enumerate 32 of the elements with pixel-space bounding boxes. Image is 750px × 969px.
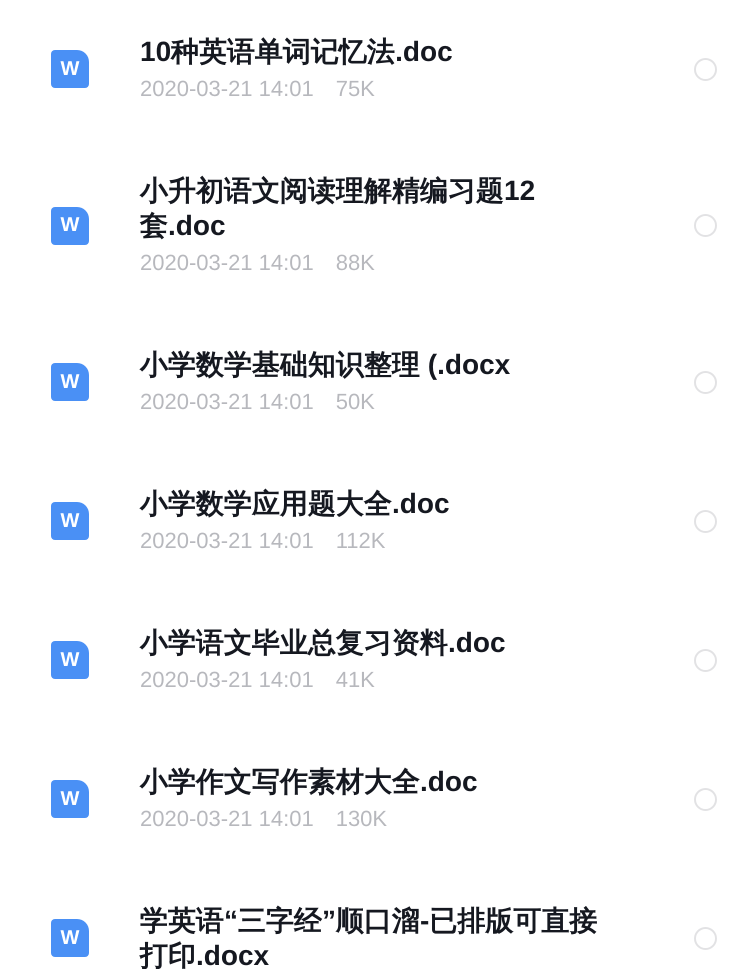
word-file-icon: W (51, 50, 89, 88)
word-file-icon: W (51, 780, 89, 818)
select-radio[interactable] (694, 214, 717, 237)
file-size: 130K (336, 805, 388, 833)
word-file-icon: W (51, 363, 89, 401)
select-radio[interactable] (694, 926, 717, 950)
file-time: 2020-03-21 14:01 (140, 388, 314, 416)
file-name[interactable]: 10种英语单词记忆法.doc (140, 34, 600, 69)
select-radio[interactable] (694, 58, 717, 80)
file-name[interactable]: 小学数学应用题大全.doc (140, 486, 600, 521)
word-file-icon: W (51, 206, 89, 244)
file-name[interactable]: 小学数学基础知识整理 (.docx (140, 347, 600, 382)
file-time: 2020-03-21 14:01 (140, 805, 314, 833)
file-size: 41K (336, 666, 375, 694)
file-time: 2020-03-21 14:01 (140, 666, 314, 694)
file-time: 2020-03-21 14:01 (140, 527, 314, 555)
file-size: 88K (336, 249, 375, 277)
file-time: 2020-03-21 14:01 (140, 75, 314, 103)
word-file-icon: W (51, 641, 89, 679)
word-file-icon: W (51, 502, 89, 540)
file-name[interactable]: 小学语文毕业总复习资料.doc (140, 625, 600, 660)
file-size: 50K (336, 388, 375, 416)
select-radio[interactable] (694, 788, 717, 810)
file-time: 2020-03-21 14:01 (140, 249, 314, 277)
select-radio[interactable] (694, 648, 717, 672)
select-radio[interactable] (694, 370, 717, 394)
file-size: 75K (336, 75, 375, 103)
file-size: 112K (336, 527, 386, 555)
select-radio[interactable] (694, 510, 717, 532)
file-name[interactable]: 小升初语文阅读理解精编习题12套.doc (140, 173, 600, 243)
file-name[interactable]: 小学作文写作素材大全.doc (140, 764, 600, 799)
word-file-icon: W (51, 919, 89, 957)
